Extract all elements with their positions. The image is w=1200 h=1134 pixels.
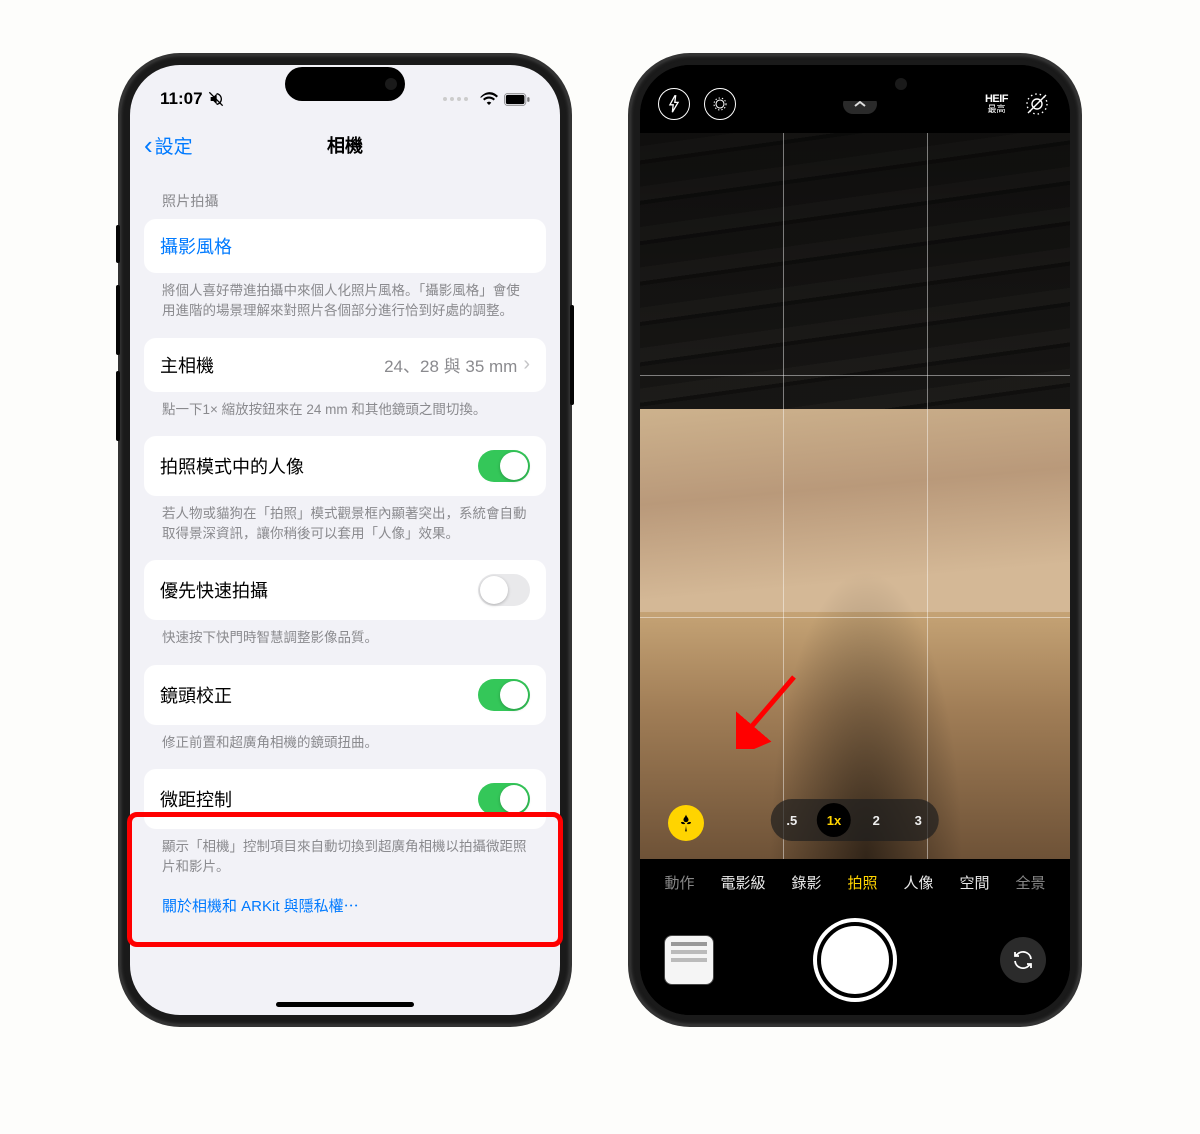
camera-mode-selector[interactable]: 動作 電影級 錄影 拍照 人像 空間 全景 <box>640 859 1070 905</box>
status-time: 11:07 <box>160 89 203 109</box>
footer-portrait-in-photo: 若人物或貓狗在「拍照」模式觀景框內顯著突出，系統會自動取得景深資訊，讓你稍後可以… <box>144 496 546 549</box>
row-portrait-in-photo: 拍照模式中的人像 <box>144 436 546 496</box>
night-mode-button[interactable] <box>704 88 736 120</box>
flip-camera-icon <box>1011 948 1035 972</box>
live-photo-off-icon <box>1024 91 1050 117</box>
row-photographic-styles[interactable]: 攝影風格 <box>144 219 546 273</box>
wifi-icon <box>480 92 498 106</box>
camera-mode-portrait[interactable]: 人像 <box>904 872 934 893</box>
settings-nav-bar: ‹ 設定 相機 <box>130 121 560 169</box>
back-label: 設定 <box>155 132 193 159</box>
row-main-camera[interactable]: 主相機 24、28 與 35 mm › <box>144 338 546 392</box>
row-label: 拍照模式中的人像 <box>160 453 304 479</box>
last-photo-thumbnail[interactable] <box>664 935 714 985</box>
shutter-button[interactable] <box>817 922 893 998</box>
zoom-selector[interactable]: .5 1x 2 3 <box>771 799 939 841</box>
camera-bottom-bar <box>640 905 1070 1015</box>
dynamic-island <box>285 67 405 101</box>
zoom-level-2[interactable]: 2 <box>859 803 893 837</box>
flash-icon <box>667 95 681 113</box>
footer-lens-correction: 修正前置和超廣角相機的鏡頭扭曲。 <box>144 725 546 757</box>
phone-frame-camera: HEIF 最高 <box>630 55 1080 1025</box>
camera-mode-video[interactable]: 錄影 <box>791 872 821 893</box>
silent-mode-icon <box>208 91 224 107</box>
footer-main-camera: 點一下1× 縮放按鈕來在 24 mm 和其他鏡頭之間切換。 <box>144 392 546 424</box>
row-label: 優先快速拍攝 <box>160 577 268 603</box>
footer-macro-control: 顯示「相機」控制項目來自動切換到超廣角相機以拍攝微距照片和影片。 <box>144 829 546 882</box>
row-label: 主相機 <box>160 352 214 378</box>
zoom-level-1x[interactable]: 1x <box>817 803 851 837</box>
macro-mode-button[interactable] <box>668 805 704 841</box>
night-mode-icon <box>712 96 728 112</box>
flash-button[interactable] <box>658 88 690 120</box>
phone-frame-settings: 11:07 ‹ 設定 相機 照片拍攝 <box>120 55 570 1025</box>
camera-viewfinder[interactable]: .5 1x 2 3 <box>640 133 1070 859</box>
row-label: 微距控制 <box>160 786 232 812</box>
row-lens-correction: 鏡頭校正 <box>144 665 546 725</box>
home-indicator[interactable] <box>276 1002 414 1007</box>
zoom-level-0.5[interactable]: .5 <box>775 803 809 837</box>
annotation-arrow <box>736 669 806 749</box>
camera-mode-action[interactable]: 動作 <box>664 872 694 893</box>
camera-mode-pano[interactable]: 全景 <box>1016 872 1046 893</box>
footer-prioritize-faster: 快速按下快門時智慧調整影像品質。 <box>144 620 546 652</box>
privacy-link[interactable]: 關於相機和 ARKit 與隱私權⋯ <box>144 881 546 930</box>
camera-mode-cinematic[interactable]: 電影級 <box>720 872 765 893</box>
chevron-left-icon: ‹ <box>144 132 153 158</box>
format-badge[interactable]: HEIF 最高 <box>985 93 1008 115</box>
toggle-prioritize-faster[interactable] <box>478 574 530 606</box>
toggle-lens-correction[interactable] <box>478 679 530 711</box>
footer-photographic-styles: 將個人喜好帶進拍攝中來個人化照片風格。「攝影風格」會使用進階的場景理解來對照片各… <box>144 273 546 326</box>
format-badge-bottom: 最高 <box>987 105 1005 115</box>
zoom-level-3[interactable]: 3 <box>901 803 935 837</box>
camera-mode-spatial[interactable]: 空間 <box>960 872 990 893</box>
flip-camera-button[interactable] <box>1000 937 1046 983</box>
live-photo-toggle[interactable] <box>1022 89 1052 119</box>
row-label: 鏡頭校正 <box>160 682 232 708</box>
macro-flower-icon <box>676 813 696 833</box>
toggle-macro-control[interactable] <box>478 783 530 815</box>
row-macro-control: 微距控制 <box>144 769 546 829</box>
back-button[interactable]: ‹ 設定 <box>144 132 193 159</box>
section-header-photo-capture: 照片拍攝 <box>144 169 546 219</box>
chevron-right-icon: › <box>523 353 530 376</box>
battery-icon <box>504 93 530 106</box>
row-label: 攝影風格 <box>160 233 232 259</box>
camera-mode-photo[interactable]: 拍照 <box>847 872 877 893</box>
page-title: 相機 <box>130 132 560 158</box>
dynamic-island <box>795 67 915 101</box>
toggle-portrait-in-photo[interactable] <box>478 450 530 482</box>
row-prioritize-faster: 優先快速拍攝 <box>144 560 546 620</box>
row-value: 24、28 與 35 mm <box>384 352 517 377</box>
